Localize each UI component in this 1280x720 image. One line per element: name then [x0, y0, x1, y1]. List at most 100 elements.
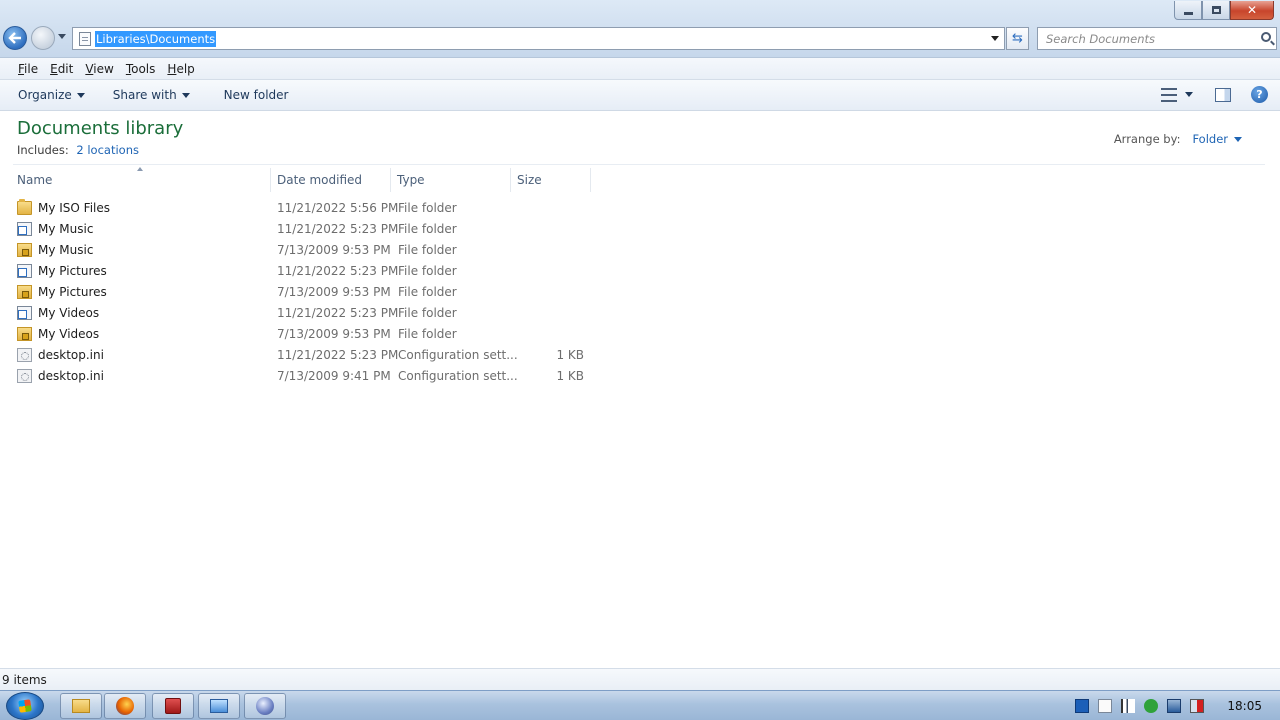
file-date-modified: 11/21/2022 5:56 PM [277, 201, 399, 215]
globe-icon [256, 697, 274, 715]
restore-button[interactable] [1202, 1, 1230, 20]
menu-file[interactable]: File [12, 62, 44, 76]
file-type: File folder [398, 285, 457, 299]
taskbar-app-button[interactable] [152, 693, 194, 719]
taskbar-explorer-button[interactable] [60, 693, 102, 719]
locked-folder-icon [17, 327, 32, 341]
document-icon[interactable] [1098, 699, 1113, 713]
forward-button[interactable] [31, 26, 55, 50]
locked-folder-icon [17, 285, 32, 299]
ini-file-icon [17, 348, 32, 362]
search-placeholder: Search Documents [1046, 31, 1155, 46]
address-bar[interactable]: Libraries\Documents [72, 27, 1005, 50]
file-list: My ISO Files 11/21/2022 5:56 PM File folde… [0, 198, 1280, 387]
organize-button[interactable]: Organize [10, 88, 93, 102]
file-row[interactable]: My Music 11/21/2022 5:23 PM File folder [0, 219, 1280, 240]
chevron-down-icon [76, 92, 85, 98]
file-row[interactable]: My ISO Files 11/21/2022 5:56 PM File folde… [0, 198, 1280, 219]
search-box[interactable]: Search Documents [1037, 27, 1277, 50]
keyboard-layout-icon[interactable] [1075, 699, 1090, 713]
new-folder-button[interactable]: New folder [216, 88, 297, 102]
view-options-dropdown[interactable] [1185, 92, 1193, 97]
share-with-button[interactable]: Share with [105, 88, 198, 102]
folder-icon [72, 699, 90, 713]
preview-pane-icon[interactable] [1215, 87, 1231, 102]
action-center-flag-icon[interactable] [1121, 699, 1136, 713]
window-controls: ✕ [1174, 1, 1274, 20]
file-type: File folder [398, 222, 457, 236]
file-name: My Videos [38, 327, 100, 341]
taskbar-network-button[interactable] [244, 693, 286, 719]
file-name: desktop.ini [38, 369, 104, 383]
help-icon[interactable]: ? [1251, 86, 1268, 103]
file-type: File folder [398, 306, 457, 320]
address-dropdown-icon[interactable] [991, 36, 999, 41]
system-tray: 18:05 [1075, 691, 1280, 720]
file-type: File folder [398, 243, 457, 257]
file-type: Configuration sett... [398, 348, 518, 362]
firefox-icon [116, 697, 134, 715]
close-button[interactable]: ✕ [1230, 1, 1274, 20]
menu-help[interactable]: Help [161, 62, 200, 76]
file-row[interactable]: desktop.ini 7/13/2009 9:41 PM Configuratio… [0, 366, 1280, 387]
file-name: My Videos [38, 306, 100, 320]
volume-muted-icon[interactable] [1190, 699, 1205, 713]
menu-edit[interactable]: Edit [44, 62, 79, 76]
taskbar-remote-desktop-button[interactable] [198, 693, 240, 719]
file-date-modified: 11/21/2022 5:23 PM [277, 306, 399, 320]
includes-locations-link[interactable]: 2 locations [76, 143, 139, 157]
search-icon[interactable] [1261, 32, 1271, 42]
recent-pages-dropdown[interactable] [58, 34, 66, 39]
ini-file-icon [17, 369, 32, 383]
menu-bar: File Edit View Tools Help [0, 58, 1280, 80]
status-bar: 9 items [0, 668, 1280, 690]
file-row[interactable]: My Pictures 11/21/2022 5:23 PM File folder [0, 261, 1280, 282]
arrange-by-dropdown[interactable]: Folder [1192, 132, 1242, 146]
details-view-icon[interactable] [1161, 87, 1177, 102]
file-row[interactable]: desktop.ini 11/21/2022 5:23 PM Configurati… [0, 345, 1280, 366]
file-name: My Music [38, 243, 94, 257]
view-controls: ? [1161, 86, 1268, 103]
start-button[interactable] [6, 692, 44, 720]
column-header-size[interactable]: Size [513, 168, 591, 192]
header-divider [13, 164, 1265, 165]
menu-tools[interactable]: Tools [120, 62, 162, 76]
file-type: File folder [398, 201, 457, 215]
menu-view[interactable]: View [79, 62, 119, 76]
network-icon[interactable] [1167, 699, 1182, 713]
security-check-icon[interactable] [1144, 699, 1159, 713]
address-path[interactable]: Libraries\Documents [95, 30, 217, 47]
taskbar-firefox-button[interactable] [104, 693, 146, 719]
taskbar: 18:05 [0, 690, 1280, 720]
column-header-name[interactable]: Name [13, 168, 271, 192]
arrange-by-label: Arrange by: [1113, 132, 1181, 146]
monitor-icon [210, 699, 228, 713]
file-type: File folder [398, 264, 457, 278]
file-date-modified: 11/21/2022 5:23 PM [277, 348, 399, 362]
file-date-modified: 7/13/2009 9:53 PM [277, 285, 391, 299]
locked-folder-icon [17, 243, 32, 257]
organize-label: Organize [18, 88, 72, 102]
file-row[interactable]: My Music 7/13/2009 9:53 PM File folder [0, 240, 1280, 261]
file-size: 1 KB [556, 369, 584, 383]
file-row[interactable]: My Pictures 7/13/2009 9:53 PM File folder [0, 282, 1280, 303]
taskbar-clock[interactable]: 18:05 [1227, 699, 1262, 713]
column-header-date-modified[interactable]: Date modified [273, 168, 391, 192]
arrange-by: Arrange by: Folder [1114, 132, 1242, 146]
file-size: 1 KB [556, 348, 584, 362]
chevron-down-icon [1234, 136, 1242, 142]
restore-icon [1211, 6, 1221, 14]
column-header-type[interactable]: Type [393, 168, 511, 192]
file-type: Configuration sett... [398, 369, 518, 383]
refresh-button[interactable]: ⇆ [1006, 27, 1029, 50]
app-icon [165, 698, 181, 714]
file-row[interactable]: My Videos 7/13/2009 9:53 PM File folder [0, 324, 1280, 345]
library-includes: Includes: 2 locations [17, 143, 139, 157]
file-name: desktop.ini [38, 348, 104, 362]
file-date-modified: 11/21/2022 5:23 PM [277, 222, 399, 236]
minimize-button[interactable] [1174, 1, 1202, 20]
file-date-modified: 11/21/2022 5:23 PM [277, 264, 399, 278]
file-row[interactable]: My Videos 11/21/2022 5:23 PM File folder [0, 303, 1280, 324]
back-button[interactable] [3, 26, 27, 50]
file-name: My Music [38, 222, 94, 236]
